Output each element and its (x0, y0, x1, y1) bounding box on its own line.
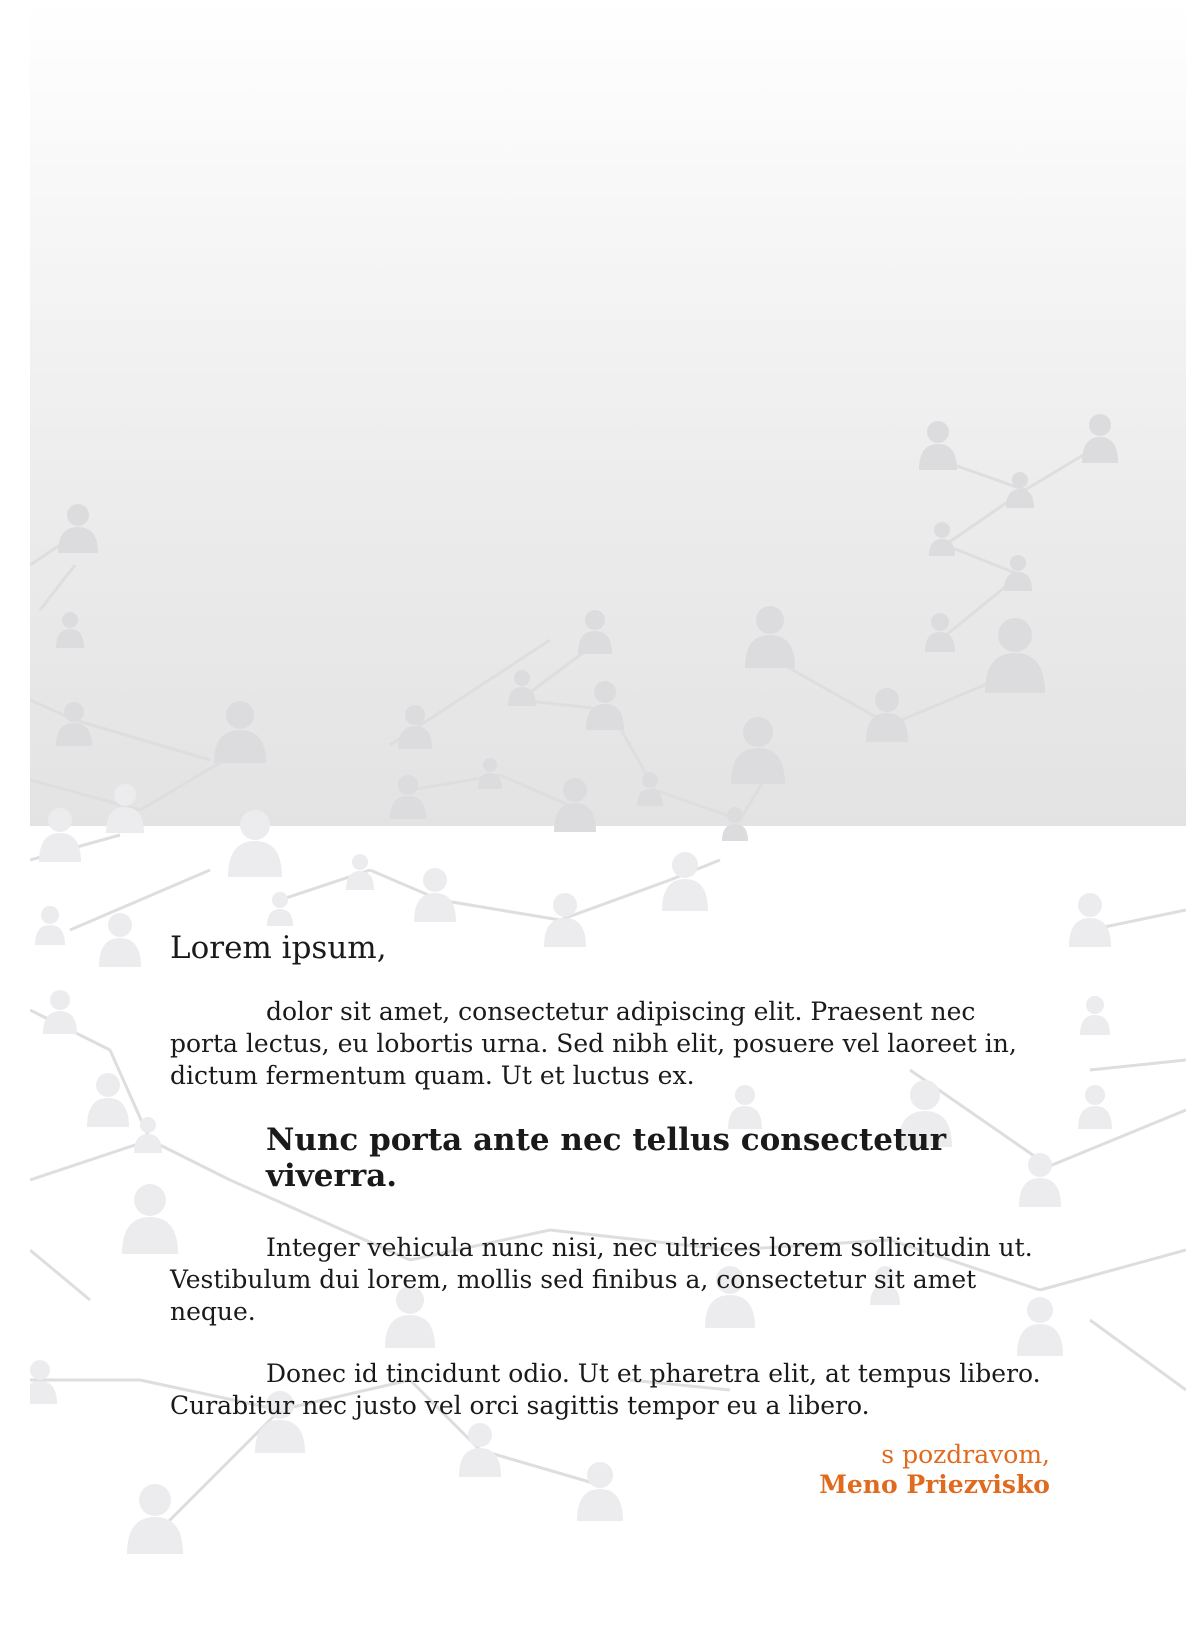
closing: s pozdravom, (881, 1440, 1050, 1469)
letter-page: Lorem ipsum, dolor sit amet, consectetur… (30, 0, 1186, 1640)
paragraph-3: Donec id tincidunt odio. Ut et pharetra … (170, 1359, 1041, 1420)
greeting: Lorem ipsum, (170, 930, 387, 966)
signature-name: Meno Priezvisko (819, 1470, 1050, 1499)
paragraph-2: Integer vehicula nunc nisi, nec ultrices… (170, 1233, 1033, 1326)
letter-body: Lorem ipsum, dolor sit amet, consectetur… (170, 930, 1050, 1499)
paragraph-1: dolor sit amet, consectetur adipiscing e… (170, 997, 1017, 1090)
signature-block: s pozdravom, Meno Priezvisko (819, 1440, 1050, 1500)
body-heading: Nunc porta ante nec tellus consectetur v… (266, 1122, 947, 1194)
